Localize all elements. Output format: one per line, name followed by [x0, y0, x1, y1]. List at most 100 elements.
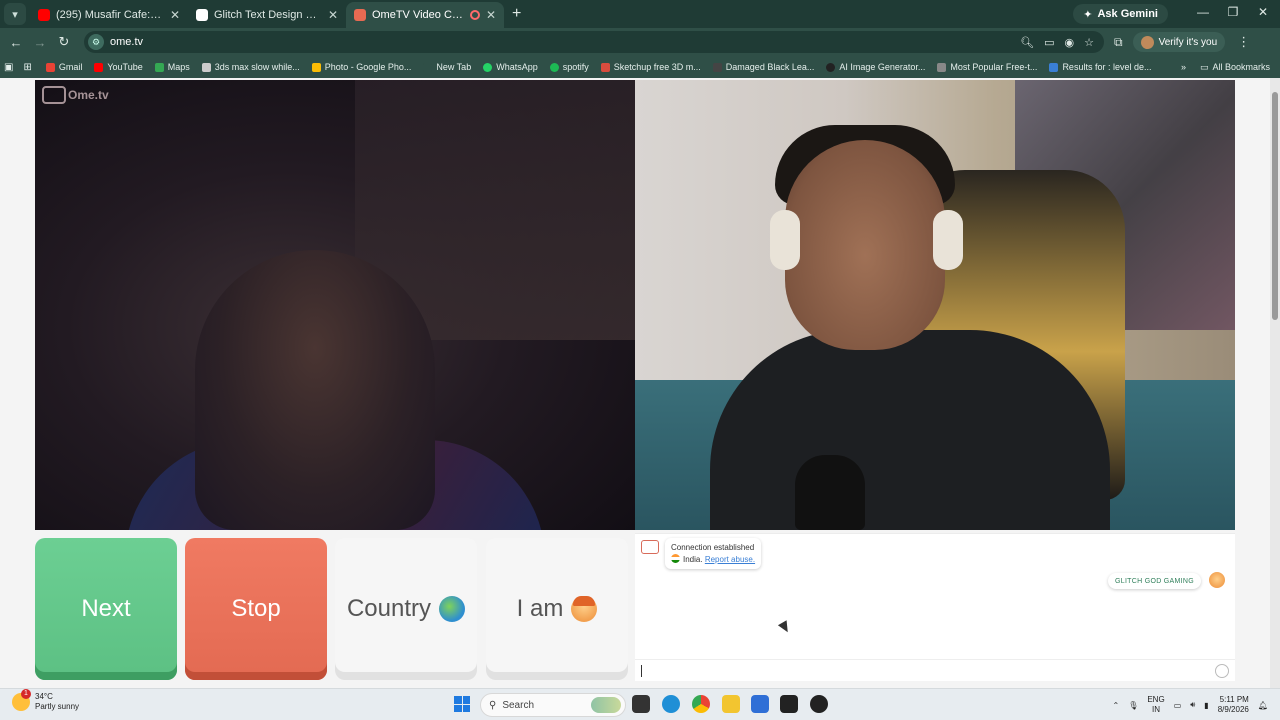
emoji-icon[interactable]: [1215, 664, 1229, 678]
weather-description: Partly sunny: [35, 702, 80, 711]
country-button[interactable]: Country: [335, 538, 477, 680]
file-explorer-icon[interactable]: [722, 695, 740, 713]
tab-glitch-text[interactable]: Glitch Text Design Help ✕: [188, 2, 346, 28]
tab-search-button[interactable]: ▾: [4, 3, 26, 25]
bookmark-new-tab[interactable]: New Tab: [423, 62, 471, 72]
obs-icon[interactable]: [810, 695, 828, 713]
ask-gemini-button[interactable]: ✦ Ask Gemini: [1073, 4, 1168, 24]
ask-gemini-label: Ask Gemini: [1097, 8, 1158, 20]
taskbar-search[interactable]: ⚲ Search: [480, 693, 626, 717]
country-label: Country: [346, 595, 432, 622]
scrollbar-thumb[interactable]: [1272, 92, 1278, 320]
store-icon[interactable]: [751, 695, 769, 713]
microphone-icon[interactable]: 🎙︎: [1128, 701, 1138, 710]
bookmark-whatsapp[interactable]: WhatsApp: [483, 62, 538, 72]
peer-name-tag: GLITCH GOD GAMING: [1108, 573, 1201, 589]
minimize-icon[interactable]: —: [1188, 5, 1218, 19]
bookmark-star-icon[interactable]: ☆: [1084, 36, 1094, 49]
edge-icon[interactable]: [662, 695, 680, 713]
system-tray: ⌃ 🎙︎ ENG IN ▭ 🔊︎ ▮ 5:11 PM 8/9/2026 🔔︎: [1112, 689, 1280, 720]
stop-button[interactable]: Stop: [185, 538, 327, 680]
image-icon: [712, 62, 722, 72]
battery-icon[interactable]: ▮: [1204, 701, 1208, 710]
self-video: [635, 80, 1235, 530]
next-label: Next: [81, 595, 131, 622]
bookmark-most-popular[interactable]: Most Popular Free-t...: [937, 62, 1037, 72]
back-arrow-icon[interactable]: ←: [4, 35, 28, 50]
app-icon[interactable]: [780, 695, 798, 713]
bookmark-label: Gmail: [58, 62, 83, 72]
bookmark-3ds-max[interactable]: 3ds max slow while...: [201, 62, 300, 72]
page-icon: [423, 62, 433, 72]
chevron-down-icon: ▾: [12, 8, 18, 21]
volume-icon[interactable]: 🔊︎: [1190, 700, 1195, 710]
all-bookmarks-label: All Bookmarks: [1212, 62, 1270, 72]
country-line: India. Report abuse.: [671, 553, 755, 566]
apps-grid-icon[interactable]: ⊞: [23, 62, 31, 73]
bookmark-gmail[interactable]: Gmail: [45, 62, 83, 72]
site-info-icon[interactable]: ⚙: [88, 34, 104, 50]
new-tab-button[interactable]: +: [512, 5, 521, 23]
bookmark-label: Sketchup free 3D m...: [613, 62, 701, 72]
url-text: ome.tv: [110, 36, 144, 48]
address-bar[interactable]: ⚙ ome.tv 🔍︎ ▭ ◉ ☆: [84, 31, 1104, 53]
close-tab-icon[interactable]: ✕: [486, 8, 496, 22]
page-scrollbar[interactable]: [1270, 78, 1280, 688]
close-tab-icon[interactable]: ✕: [328, 8, 338, 22]
chevron-up-icon[interactable]: ⌃: [1112, 701, 1119, 710]
font-icon: [937, 62, 947, 72]
restore-icon[interactable]: ❐: [1218, 5, 1248, 19]
bookmark-google-photos[interactable]: Photo - Google Pho...: [311, 62, 412, 72]
reload-icon[interactable]: ↻: [52, 34, 76, 50]
close-tab-icon[interactable]: ✕: [170, 8, 180, 22]
bookmark-youtube[interactable]: YouTube: [94, 62, 143, 72]
chevron-right-icon[interactable]: »: [1181, 62, 1186, 72]
all-bookmarks-button[interactable]: ▭ All Bookmarks: [1200, 62, 1270, 73]
cast-icon[interactable]: ▭: [1044, 36, 1054, 49]
close-window-icon[interactable]: ✕: [1248, 5, 1278, 19]
ometv-favicon-icon: [354, 9, 366, 21]
gmail-icon: [45, 62, 55, 72]
tab-youtube[interactable]: (295) Musafir Cafe: Darmiyaan | ... ✕: [30, 2, 188, 28]
folder-icon: ▭: [1199, 61, 1209, 72]
bookmark-ai-image[interactable]: AI Image Generator...: [826, 62, 925, 72]
gender-button[interactable]: I am: [486, 538, 628, 680]
weather-alert-badge: 1: [21, 689, 31, 699]
bookmark-label: Photo - Google Pho...: [324, 62, 412, 72]
zoom-icon[interactable]: 🔍︎: [1020, 36, 1034, 49]
bookmark-label: New Tab: [436, 62, 472, 72]
bookmark-label: spotify: [562, 62, 589, 72]
text-caret: [641, 664, 642, 677]
gemini-sparkle-icon: ✦: [1083, 8, 1093, 21]
notification-bell-icon[interactable]: 🔔︎: [1258, 701, 1268, 710]
bookmark-sketchup[interactable]: Sketchup free 3D m...: [600, 62, 701, 72]
language-indicator[interactable]: ENG IN: [1147, 695, 1164, 714]
eye-off-icon[interactable]: ◉: [1065, 36, 1075, 49]
bookmark-results[interactable]: Results for : level de...: [1049, 62, 1151, 72]
forward-arrow-icon[interactable]: →: [28, 35, 52, 50]
maps-pin-icon: [154, 62, 164, 72]
network-icon[interactable]: ▭: [1174, 701, 1182, 710]
tab-title: Glitch Text Design Help: [214, 9, 322, 21]
profile-button[interactable]: Verify it's you: [1132, 32, 1226, 52]
bookmark-maps[interactable]: Maps: [154, 62, 190, 72]
more-menu-icon[interactable]: ⋮: [1237, 34, 1250, 50]
i-am-label: I am: [516, 595, 564, 622]
sidebar-toggle-icon[interactable]: ▣: [4, 62, 13, 73]
next-button[interactable]: Next: [35, 538, 177, 680]
clock[interactable]: 5:11 PM 8/9/2026: [1218, 695, 1249, 716]
tab-ometv[interactable]: OmeTV Video Chat — Ome... ✕: [346, 2, 504, 28]
extensions-icon[interactable]: ⧉: [1114, 35, 1123, 50]
windows-start-icon[interactable]: [454, 696, 470, 712]
weather-widget[interactable]: 1 34°C Partly sunny: [12, 689, 80, 712]
task-view-icon[interactable]: [632, 695, 650, 713]
chrome-icon[interactable]: [692, 695, 710, 713]
bookmark-damaged-leather[interactable]: Damaged Black Lea...: [712, 62, 814, 72]
bookmark-spotify[interactable]: spotify: [549, 62, 589, 72]
chat-message-input[interactable]: [635, 659, 1235, 681]
freepik-icon: [1049, 62, 1059, 72]
bookmarks-bar: ▣ ⊞ Gmail YouTube Maps 3ds max slow whil…: [0, 56, 1280, 78]
report-abuse-link[interactable]: Report abuse.: [705, 555, 755, 564]
whatsapp-icon: [483, 62, 493, 72]
windows-taskbar: 1 34°C Partly sunny ⚲ Search ⌃ 🎙︎ ENG IN…: [0, 688, 1280, 720]
